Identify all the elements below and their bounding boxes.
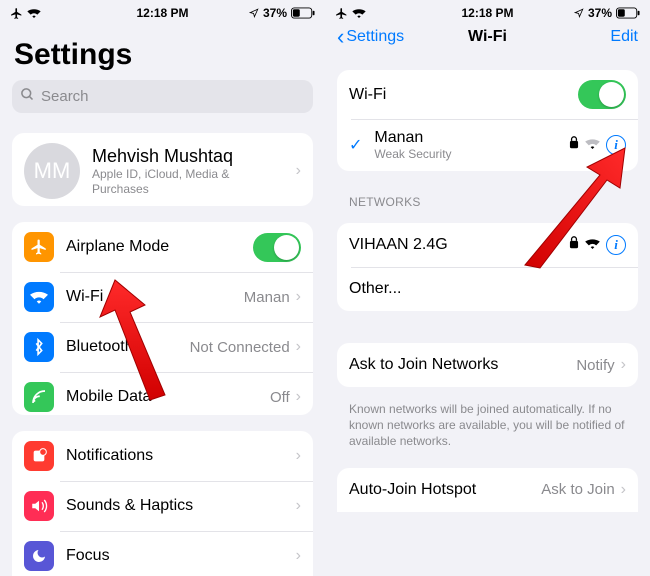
page-title: Settings bbox=[0, 20, 325, 80]
wifi-settings-icon bbox=[24, 282, 54, 312]
row-focus[interactable]: Focus › bbox=[12, 531, 313, 576]
search-placeholder: Search bbox=[41, 88, 89, 105]
avatar: MM bbox=[24, 143, 80, 199]
network-name: Manan bbox=[374, 129, 451, 147]
status-time: 12:18 PM bbox=[325, 6, 650, 20]
row-airplane-mode[interactable]: Airplane Mode bbox=[12, 222, 313, 272]
ask-to-join-row[interactable]: Ask to Join Networks Notify › bbox=[337, 343, 638, 387]
networks-header: NETWORKS bbox=[325, 179, 650, 215]
row-label: Mobile Data bbox=[66, 388, 151, 406]
lock-icon bbox=[569, 236, 579, 254]
network-name: VIHAAN 2.4G bbox=[349, 236, 448, 254]
checkmark-icon: ✓ bbox=[349, 135, 362, 155]
profile-detail: Apple ID, iCloud, Media & Purchases bbox=[92, 167, 272, 196]
notifications-icon bbox=[24, 441, 54, 471]
row-label: Other... bbox=[349, 280, 401, 298]
edit-button[interactable]: Edit bbox=[610, 28, 638, 46]
search-icon bbox=[20, 87, 41, 106]
search-field[interactable]: Search bbox=[12, 80, 313, 113]
lock-icon bbox=[569, 136, 579, 154]
signal-icon bbox=[585, 136, 600, 154]
signal-icon bbox=[585, 236, 600, 254]
chevron-right-icon: › bbox=[621, 481, 626, 499]
status-time: 12:18 PM bbox=[0, 6, 325, 20]
other-network-row[interactable]: Other... bbox=[337, 267, 638, 311]
status-bar: 12:18 PM 37% bbox=[0, 0, 325, 20]
row-label: Bluetooth bbox=[66, 338, 134, 356]
chevron-right-icon: › bbox=[296, 338, 301, 356]
airplane-toggle[interactable] bbox=[253, 233, 301, 262]
status-bar: 12:18 PM 37% bbox=[325, 0, 650, 20]
bluetooth-icon bbox=[24, 332, 54, 362]
row-sounds[interactable]: Sounds & Haptics › bbox=[12, 481, 313, 531]
row-bluetooth[interactable]: Bluetooth Not Connected › bbox=[12, 322, 313, 372]
row-label: Wi-Fi bbox=[349, 86, 386, 104]
row-label: Auto-Join Hotspot bbox=[349, 481, 476, 499]
row-label: Focus bbox=[66, 547, 110, 565]
chevron-right-icon: › bbox=[621, 356, 626, 374]
chevron-right-icon: › bbox=[296, 162, 301, 180]
row-value: Not Connected bbox=[190, 339, 290, 356]
row-label: Airplane Mode bbox=[66, 238, 169, 256]
row-label: Sounds & Haptics bbox=[66, 497, 193, 515]
ask-footer: Known networks will be joined automatica… bbox=[325, 395, 650, 450]
screen-wifi: 12:18 PM 37% ‹ Settings Wi-Fi Edit Wi-Fi… bbox=[325, 0, 650, 576]
wifi-toggle[interactable] bbox=[578, 80, 626, 109]
chevron-right-icon: › bbox=[296, 547, 301, 565]
info-icon[interactable]: i bbox=[606, 135, 626, 155]
airplane-mode-icon bbox=[24, 232, 54, 262]
back-button[interactable]: ‹ Settings bbox=[337, 28, 404, 46]
wifi-toggle-row: Wi-Fi bbox=[337, 70, 638, 119]
row-value: Notify bbox=[576, 357, 614, 374]
network-security: Weak Security bbox=[374, 147, 451, 161]
row-label: Wi-Fi bbox=[66, 288, 103, 306]
apple-id-row[interactable]: MM Mehvish Mushtaq Apple ID, iCloud, Med… bbox=[12, 133, 313, 206]
chevron-right-icon: › bbox=[296, 497, 301, 515]
chevron-right-icon: › bbox=[296, 288, 301, 306]
row-label: Notifications bbox=[66, 447, 153, 465]
info-icon[interactable]: i bbox=[606, 235, 626, 255]
mobile-data-icon bbox=[24, 382, 54, 412]
row-mobile-data[interactable]: Mobile Data Off › bbox=[12, 372, 313, 415]
row-value: Ask to Join bbox=[541, 481, 614, 498]
auto-join-hotspot-row[interactable]: Auto-Join Hotspot Ask to Join › bbox=[337, 468, 638, 512]
sounds-icon bbox=[24, 491, 54, 521]
chevron-right-icon: › bbox=[296, 447, 301, 465]
screen-settings: 12:18 PM 37% Settings Search MM Mehvish … bbox=[0, 0, 325, 576]
row-value: Manan bbox=[244, 289, 290, 306]
network-row[interactable]: VIHAAN 2.4G i bbox=[337, 223, 638, 267]
nav-bar: ‹ Settings Wi-Fi Edit bbox=[325, 20, 650, 52]
row-notifications[interactable]: Notifications › bbox=[12, 431, 313, 481]
profile-name: Mehvish Mushtaq bbox=[92, 146, 272, 167]
row-value: Off bbox=[270, 389, 290, 406]
connected-network-row[interactable]: ✓ Manan Weak Security i bbox=[337, 119, 638, 171]
focus-icon bbox=[24, 541, 54, 571]
chevron-right-icon: › bbox=[296, 388, 301, 406]
chevron-left-icon: ‹ bbox=[337, 30, 344, 44]
back-label: Settings bbox=[346, 28, 404, 46]
row-wifi[interactable]: Wi-Fi Manan › bbox=[12, 272, 313, 322]
row-label: Ask to Join Networks bbox=[349, 356, 498, 374]
